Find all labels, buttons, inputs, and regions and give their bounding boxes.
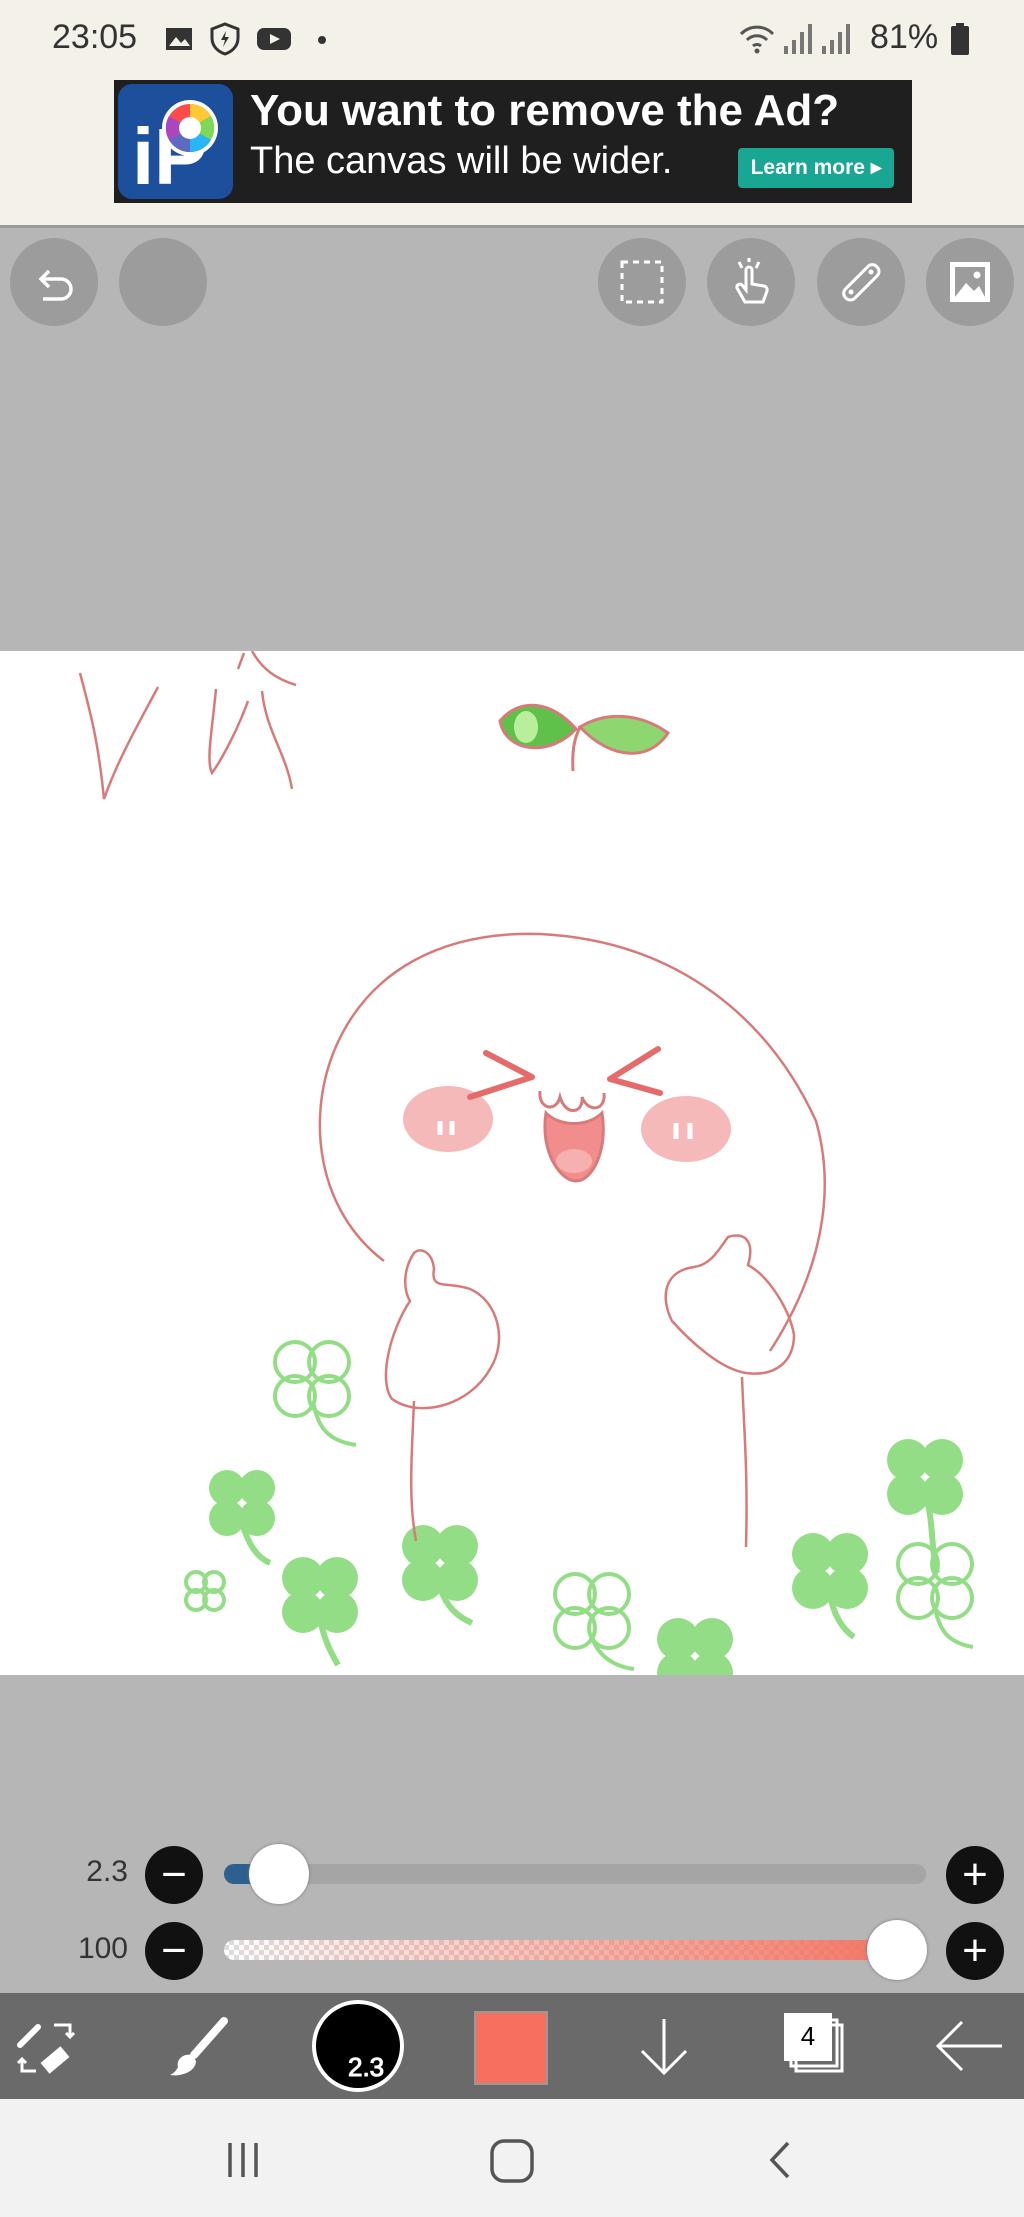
brush-size-preview-button[interactable]: 2.3 <box>312 2000 404 2092</box>
recent-apps-button[interactable] <box>218 2135 268 2185</box>
recent-apps-icon <box>228 2143 258 2177</box>
ad-banner-area: i P You want to remove the Ad? The canva… <box>0 80 1024 228</box>
brush-eraser-swap-icon <box>16 2023 76 2074</box>
back-button[interactable] <box>756 2135 806 2185</box>
brush-size-minus-button[interactable]: − <box>145 1846 203 1904</box>
brush-size-badge: 2.3 <box>347 2052 385 2083</box>
brush-size-plus-button[interactable]: + <box>946 1846 1004 1904</box>
opacity-value: 100 <box>77 1932 128 1965</box>
plus-icon: + <box>962 1926 988 1975</box>
minus-icon: − <box>161 1926 187 1975</box>
face <box>403 1046 731 1183</box>
sprout <box>498 703 671 772</box>
hand-tool-button[interactable] <box>707 238 795 326</box>
handwriting-scribble <box>78 651 297 800</box>
learn-more-label: Learn more <box>750 156 865 179</box>
arrow-down-icon <box>640 2019 688 2076</box>
plus-icon: + <box>962 1850 988 1899</box>
layers-button[interactable]: 4 <box>782 2011 852 2081</box>
learn-more-button[interactable]: Learn more ▸ <box>738 148 894 188</box>
ruler-button[interactable] <box>817 238 905 326</box>
brush-size-value: 2.3 <box>86 1855 128 1888</box>
brush-tool-button[interactable] <box>166 2015 230 2079</box>
shield-icon <box>210 22 240 56</box>
wifi-icon <box>739 25 775 54</box>
battery-level: 81% <box>870 18 939 56</box>
signal-icon <box>784 24 812 54</box>
battery-icon <box>951 23 969 55</box>
layer-count: 4 <box>800 2021 816 2051</box>
signal-icon <box>822 24 850 54</box>
opacity-thumb[interactable] <box>867 1920 927 1980</box>
status-bar: 23:05 81% <box>0 0 1024 80</box>
opacity-slider[interactable] <box>224 1920 927 1980</box>
opacity-minus-button[interactable]: − <box>145 1922 203 1980</box>
ad-subtitle: The canvas will be wider. <box>250 140 673 182</box>
selection-icon <box>620 260 664 304</box>
dot-icon <box>318 36 326 44</box>
ruler-icon <box>842 263 881 302</box>
gallery-icon <box>166 28 192 50</box>
clover-cluster <box>184 1340 974 1675</box>
brush-size-slider[interactable] <box>224 1844 926 1904</box>
reference-image-icon <box>950 262 990 302</box>
opacity-fill <box>224 1940 926 1960</box>
play-arrow-icon: ▸ <box>870 156 882 179</box>
clock: 23:05 <box>52 18 138 56</box>
undo-button[interactable] <box>10 238 98 326</box>
app-logo: i P <box>118 84 233 201</box>
artwork <box>78 651 974 1675</box>
brush-size-thumb[interactable] <box>249 1844 310 1904</box>
arms-body <box>384 1234 796 1548</box>
system-navigation-bar <box>0 2099 1024 2217</box>
selection-button[interactable] <box>598 238 686 326</box>
redo-button[interactable] <box>119 238 207 326</box>
home-icon <box>490 2139 534 2183</box>
svg-text:i: i <box>132 112 154 199</box>
color-swatch-button[interactable] <box>474 2011 548 2085</box>
undo-icon <box>38 269 73 301</box>
brush-eraser-toggle-button[interactable] <box>14 2015 78 2079</box>
back-to-gallery-button[interactable] <box>932 2013 1004 2079</box>
ad-banner[interactable]: i P You want to remove the Ad? The canva… <box>114 80 912 203</box>
brush-icon <box>170 2017 228 2076</box>
merge-down-button[interactable] <box>632 2015 696 2079</box>
back-icon <box>769 2141 790 2179</box>
home-button[interactable] <box>486 2135 538 2187</box>
arrow-left-icon <box>935 2020 1002 2072</box>
opacity-plus-button[interactable]: + <box>946 1922 1004 1980</box>
reference-image-button[interactable] <box>926 238 1014 326</box>
hand-tool-icon <box>735 258 769 304</box>
drawing-canvas[interactable] <box>0 651 1024 1675</box>
ad-title: You want to remove the Ad? <box>250 86 840 135</box>
bottom-toolbar: 2.3 4 <box>0 1993 1024 2099</box>
minus-icon: − <box>161 1850 187 1899</box>
youtube-icon <box>257 28 291 50</box>
